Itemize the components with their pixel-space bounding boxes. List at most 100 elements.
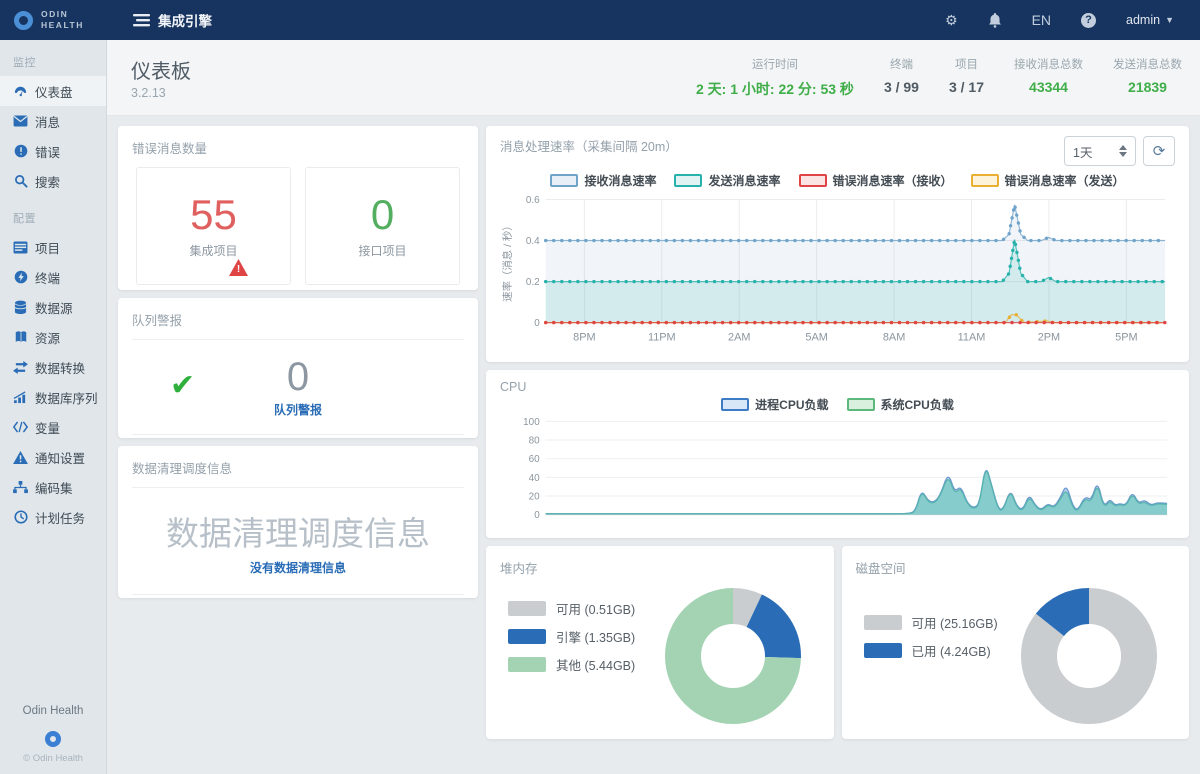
schedule-icon <box>13 510 28 525</box>
donut-legend-item[interactable]: 可用 (0.51GB) <box>508 599 647 618</box>
sidebar-item-label: 项目 <box>35 238 60 257</box>
svg-text:60: 60 <box>529 454 541 465</box>
app-nav-integration-engine[interactable]: 集成引擎 <box>133 10 212 30</box>
sidebar-item-variable[interactable]: 变量 <box>0 412 106 442</box>
sidebar-item-label: 资源 <box>35 328 60 347</box>
user-name: admin <box>1126 13 1160 27</box>
legend-swatch-icon <box>799 174 827 187</box>
cleanup-watermark-text: 数据清理调度信息 <box>166 507 430 555</box>
legend-item[interactable]: 错误消息速率（发送） <box>971 172 1125 189</box>
sidebar-item-database[interactable]: 数据源 <box>0 292 106 322</box>
heap-memory-donut <box>658 581 808 731</box>
stat-label: 接收消息总数 <box>1014 56 1083 72</box>
queue-card-title: 队列警报 <box>132 310 464 329</box>
stat-label: 项目 <box>949 56 984 72</box>
interface-error-count: 0 <box>371 193 394 237</box>
page-title: 仪表板 <box>131 55 191 84</box>
sidebar-item-gauge[interactable]: 仪表盘 <box>0 76 106 106</box>
search-icon <box>13 174 28 189</box>
legend-swatch-icon <box>550 174 578 187</box>
legend-item[interactable]: 系统CPU负载 <box>847 396 954 413</box>
disk-space-legend: 可用 (25.16GB) 已用 (4.24GB) <box>856 613 1003 660</box>
svg-text:100: 100 <box>523 417 540 428</box>
heap-memory-card: 堆内存 可用 (0.51GB)引擎 (1.35GB)其他 (5.44GB) <box>486 546 834 739</box>
sequence-icon <box>13 390 28 405</box>
donut-legend-swatch-icon <box>508 629 546 644</box>
donut-legend-label: 可用 (0.51GB) <box>556 599 635 618</box>
donut-legend-label: 可用 (25.16GB) <box>912 613 998 632</box>
odin-logo-icon <box>14 11 33 30</box>
heap-memory-legend: 可用 (0.51GB) 引擎 (1.35GB) 其他 (5.44GB) <box>500 599 647 674</box>
projects-icon <box>13 240 28 255</box>
stat-value: 2 天: 1 小时: 22 分: 53 秒 <box>696 79 854 99</box>
help-icon[interactable]: ? <box>1081 13 1096 28</box>
svg-text:8AM: 8AM <box>883 331 905 343</box>
legend-label: 系统CPU负载 <box>881 396 954 413</box>
sidebar-item-sequence[interactable]: 数据库序列 <box>0 382 106 412</box>
sidebar-item-terminal[interactable]: 终端 <box>0 262 106 292</box>
svg-text:0.4: 0.4 <box>526 236 540 247</box>
select-stepper-icon <box>1119 145 1127 157</box>
donut-legend-item[interactable]: 引擎 (1.35GB) <box>508 627 647 646</box>
footer-copyright: © Odin Health <box>0 753 106 764</box>
sidebar-item-projects[interactable]: 项目 <box>0 232 106 262</box>
legend-item[interactable]: 发送消息速率 <box>674 172 780 189</box>
sidebar: 监控仪表盘消息错误搜索配置项目终端数据源资源数据转换数据库序列变量通知设置编码集… <box>0 40 107 774</box>
svg-text:0: 0 <box>534 318 540 329</box>
refresh-button[interactable]: ⟳ <box>1143 136 1175 166</box>
svg-text:80: 80 <box>529 435 541 446</box>
sidebar-item-envelope[interactable]: 消息 <box>0 106 106 136</box>
stat-接收消息总数: 接收消息总数43344 <box>1014 56 1083 99</box>
legend-item[interactable]: 进程CPU负载 <box>721 396 828 413</box>
sidebar-item-resources[interactable]: 资源 <box>0 322 106 352</box>
svg-text:2PM: 2PM <box>1038 331 1060 343</box>
sidebar-item-schedule[interactable]: 计划任务 <box>0 502 106 532</box>
legend-item[interactable]: 错误消息速率（接收） <box>799 172 953 189</box>
brand-logo[interactable]: ODINHEALTH <box>0 9 107 30</box>
integration-error-label: 集成项目 <box>189 242 237 259</box>
svg-text:2AM: 2AM <box>728 331 750 343</box>
envelope-icon <box>13 114 28 129</box>
page-header: 仪表板 3.2.13 运行时间2 天: 1 小时: 22 分: 53 秒终端3 … <box>107 40 1200 116</box>
legend-swatch-icon <box>971 174 999 187</box>
svg-text:0.2: 0.2 <box>526 277 540 288</box>
queue-alert-card: 队列警报 ✔ 0 队列警报 <box>118 298 478 438</box>
chevron-down-icon: ▼ <box>1165 15 1174 25</box>
sidebar-item-label: 错误 <box>35 142 60 161</box>
queue-alert-link[interactable]: 队列警报 <box>274 401 322 418</box>
interface-errors-box[interactable]: 0 接口项目 <box>305 167 460 285</box>
user-menu[interactable]: admin ▼ <box>1126 13 1174 27</box>
message-rate-legend: 接收消息速率 发送消息速率 错误消息速率（接收） 错误消息速率（发送） <box>500 172 1175 189</box>
sidebar-item-label: 数据库序列 <box>35 388 98 407</box>
notifications-bell-icon[interactable] <box>988 12 1002 28</box>
donut-legend-item[interactable]: 可用 (25.16GB) <box>864 613 1003 632</box>
sidebar-item-search[interactable]: 搜索 <box>0 166 106 196</box>
gauge-icon <box>13 84 28 99</box>
sidebar-item-codeset[interactable]: 编码集 <box>0 472 106 502</box>
stat-value: 3 / 17 <box>949 79 984 95</box>
interval-select[interactable]: 1天 <box>1064 136 1136 166</box>
donut-legend-item[interactable]: 已用 (4.24GB) <box>864 641 1003 660</box>
sidebar-item-transform[interactable]: 数据转换 <box>0 352 106 382</box>
cleanup-card-title: 数据清理调度信息 <box>132 458 464 477</box>
language-selector[interactable]: EN <box>1032 12 1051 28</box>
page-version: 3.2.13 <box>131 86 191 100</box>
cleanup-info-link[interactable]: 没有数据清理信息 <box>250 559 346 576</box>
cpu-card-title: CPU <box>500 380 1175 394</box>
footer-brand-name: Odin Health <box>0 705 106 717</box>
sidebar-item-error[interactable]: 错误 <box>0 136 106 166</box>
legend-swatch-icon <box>721 398 749 411</box>
legend-item[interactable]: 接收消息速率 <box>550 172 656 189</box>
donut-legend-item[interactable]: 其他 (5.44GB) <box>508 655 647 674</box>
sidebar-item-label: 消息 <box>35 112 60 131</box>
sidebar-item-label: 数据源 <box>35 298 73 317</box>
sidebar-item-notification[interactable]: 通知设置 <box>0 442 106 472</box>
brand-text: ODINHEALTH <box>41 9 84 30</box>
integration-errors-box[interactable]: 55 集成项目 ! <box>136 167 291 285</box>
stat-运行时间: 运行时间2 天: 1 小时: 22 分: 53 秒 <box>696 56 854 99</box>
legend-label: 进程CPU负载 <box>755 396 828 413</box>
settings-gear-icon[interactable]: ⚙ <box>945 12 958 29</box>
stat-发送消息总数: 发送消息总数21839 <box>1113 56 1182 99</box>
sidebar-section-label: 监控 <box>0 40 106 76</box>
svg-text:0: 0 <box>534 510 540 521</box>
